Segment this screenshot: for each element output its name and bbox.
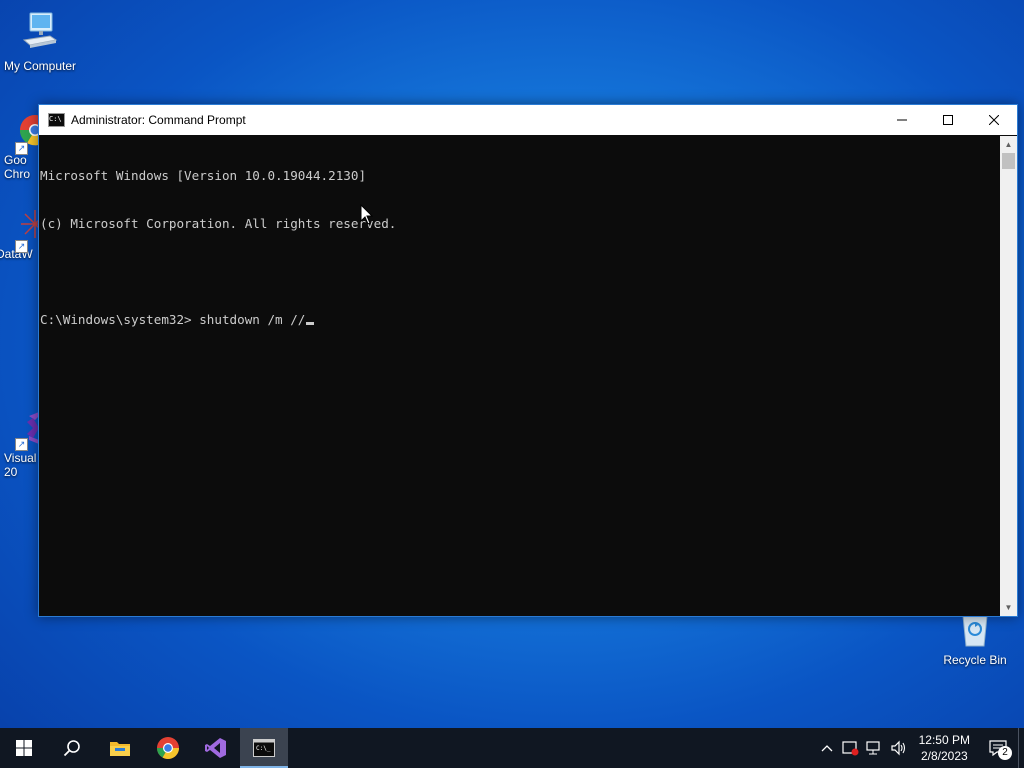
shortcut-arrow-icon: ↗ <box>15 438 28 451</box>
folder-icon <box>110 742 130 756</box>
console-line: (c) Microsoft Corporation. All rights re… <box>40 216 397 231</box>
tray-security-button[interactable] <box>839 728 863 768</box>
minimize-icon <box>897 119 907 121</box>
action-center-button[interactable]: 2 <box>978 728 1018 768</box>
start-button[interactable] <box>0 728 48 768</box>
speaker-icon <box>891 740 905 756</box>
windows-logo-icon <box>16 740 32 756</box>
taskbar: C:\_ 12:50 PM 2/8/2023 2 <box>0 728 1024 768</box>
command-input-line[interactable]: C:\Windows\system32> shutdown /m // <box>40 312 999 328</box>
title-bar[interactable]: C:\ Administrator: Command Prompt <box>39 105 1017 135</box>
scrollbar-thumb[interactable] <box>1002 153 1015 169</box>
desktop-icon-recycle-bin[interactable]: Recycle Bin <box>935 612 1015 667</box>
notification-count-badge: 2 <box>998 746 1012 760</box>
scroll-up-button[interactable]: ▲ <box>1000 136 1017 153</box>
console-line: Microsoft Windows [Version 10.0.19044.21… <box>40 168 367 183</box>
vertical-scrollbar[interactable]: ▲ ▼ <box>1000 136 1017 616</box>
show-desktop-button[interactable] <box>1018 728 1024 768</box>
tray-volume-button[interactable] <box>887 728 911 768</box>
taskbar-clock[interactable]: 12:50 PM 2/8/2023 <box>911 732 978 764</box>
search-icon <box>63 740 80 757</box>
taskbar-chrome[interactable] <box>144 728 192 768</box>
command-text: C:\Windows\system32> shutdown /m // <box>40 312 306 327</box>
maximize-button[interactable] <box>925 105 971 135</box>
tray-network-button[interactable] <box>863 728 887 768</box>
taskbar-command-prompt[interactable]: C:\_ <box>240 728 288 768</box>
computer-icon <box>22 12 58 48</box>
scroll-down-button[interactable]: ▼ <box>1000 599 1017 616</box>
minimize-button[interactable] <box>879 105 925 135</box>
chrome-icon <box>157 737 179 759</box>
shortcut-arrow-icon: ↗ <box>15 142 28 155</box>
window-title: Administrator: Command Prompt <box>71 113 246 127</box>
close-icon <box>989 115 999 125</box>
network-icon <box>866 741 880 755</box>
security-alert-icon <box>842 741 859 756</box>
search-button[interactable] <box>48 728 96 768</box>
command-prompt-icon: C:\ <box>48 113 65 127</box>
chevron-up-icon <box>821 745 833 752</box>
taskbar-file-explorer[interactable] <box>96 728 144 768</box>
shortcut-arrow-icon: ↗ <box>15 240 28 253</box>
svg-text:C:\_: C:\_ <box>256 745 271 752</box>
system-tray: 12:50 PM 2/8/2023 2 <box>815 728 1024 768</box>
desktop-icon-label: Recycle Bin <box>943 653 1007 667</box>
console-output[interactable]: Microsoft Windows [Version 10.0.19044.21… <box>39 136 1000 616</box>
mouse-pointer-icon <box>360 204 374 225</box>
clock-date: 2/8/2023 <box>920 749 968 763</box>
recycle-bin-icon <box>962 615 988 647</box>
command-prompt-window[interactable]: C:\ Administrator: Command Prompt Micros… <box>38 104 1018 617</box>
close-button[interactable] <box>971 105 1017 135</box>
command-prompt-icon: C:\_ <box>253 739 275 757</box>
show-hidden-icons-button[interactable] <box>815 728 839 768</box>
taskbar-visual-studio[interactable] <box>192 728 240 768</box>
clock-time: 12:50 PM <box>918 733 970 747</box>
desktop-icon-my-computer[interactable]: My Computer <box>0 10 80 73</box>
text-cursor <box>306 322 315 325</box>
desktop-icon-label: My Computer <box>3 59 77 73</box>
visual-studio-icon <box>205 738 226 758</box>
maximize-icon <box>943 115 953 125</box>
